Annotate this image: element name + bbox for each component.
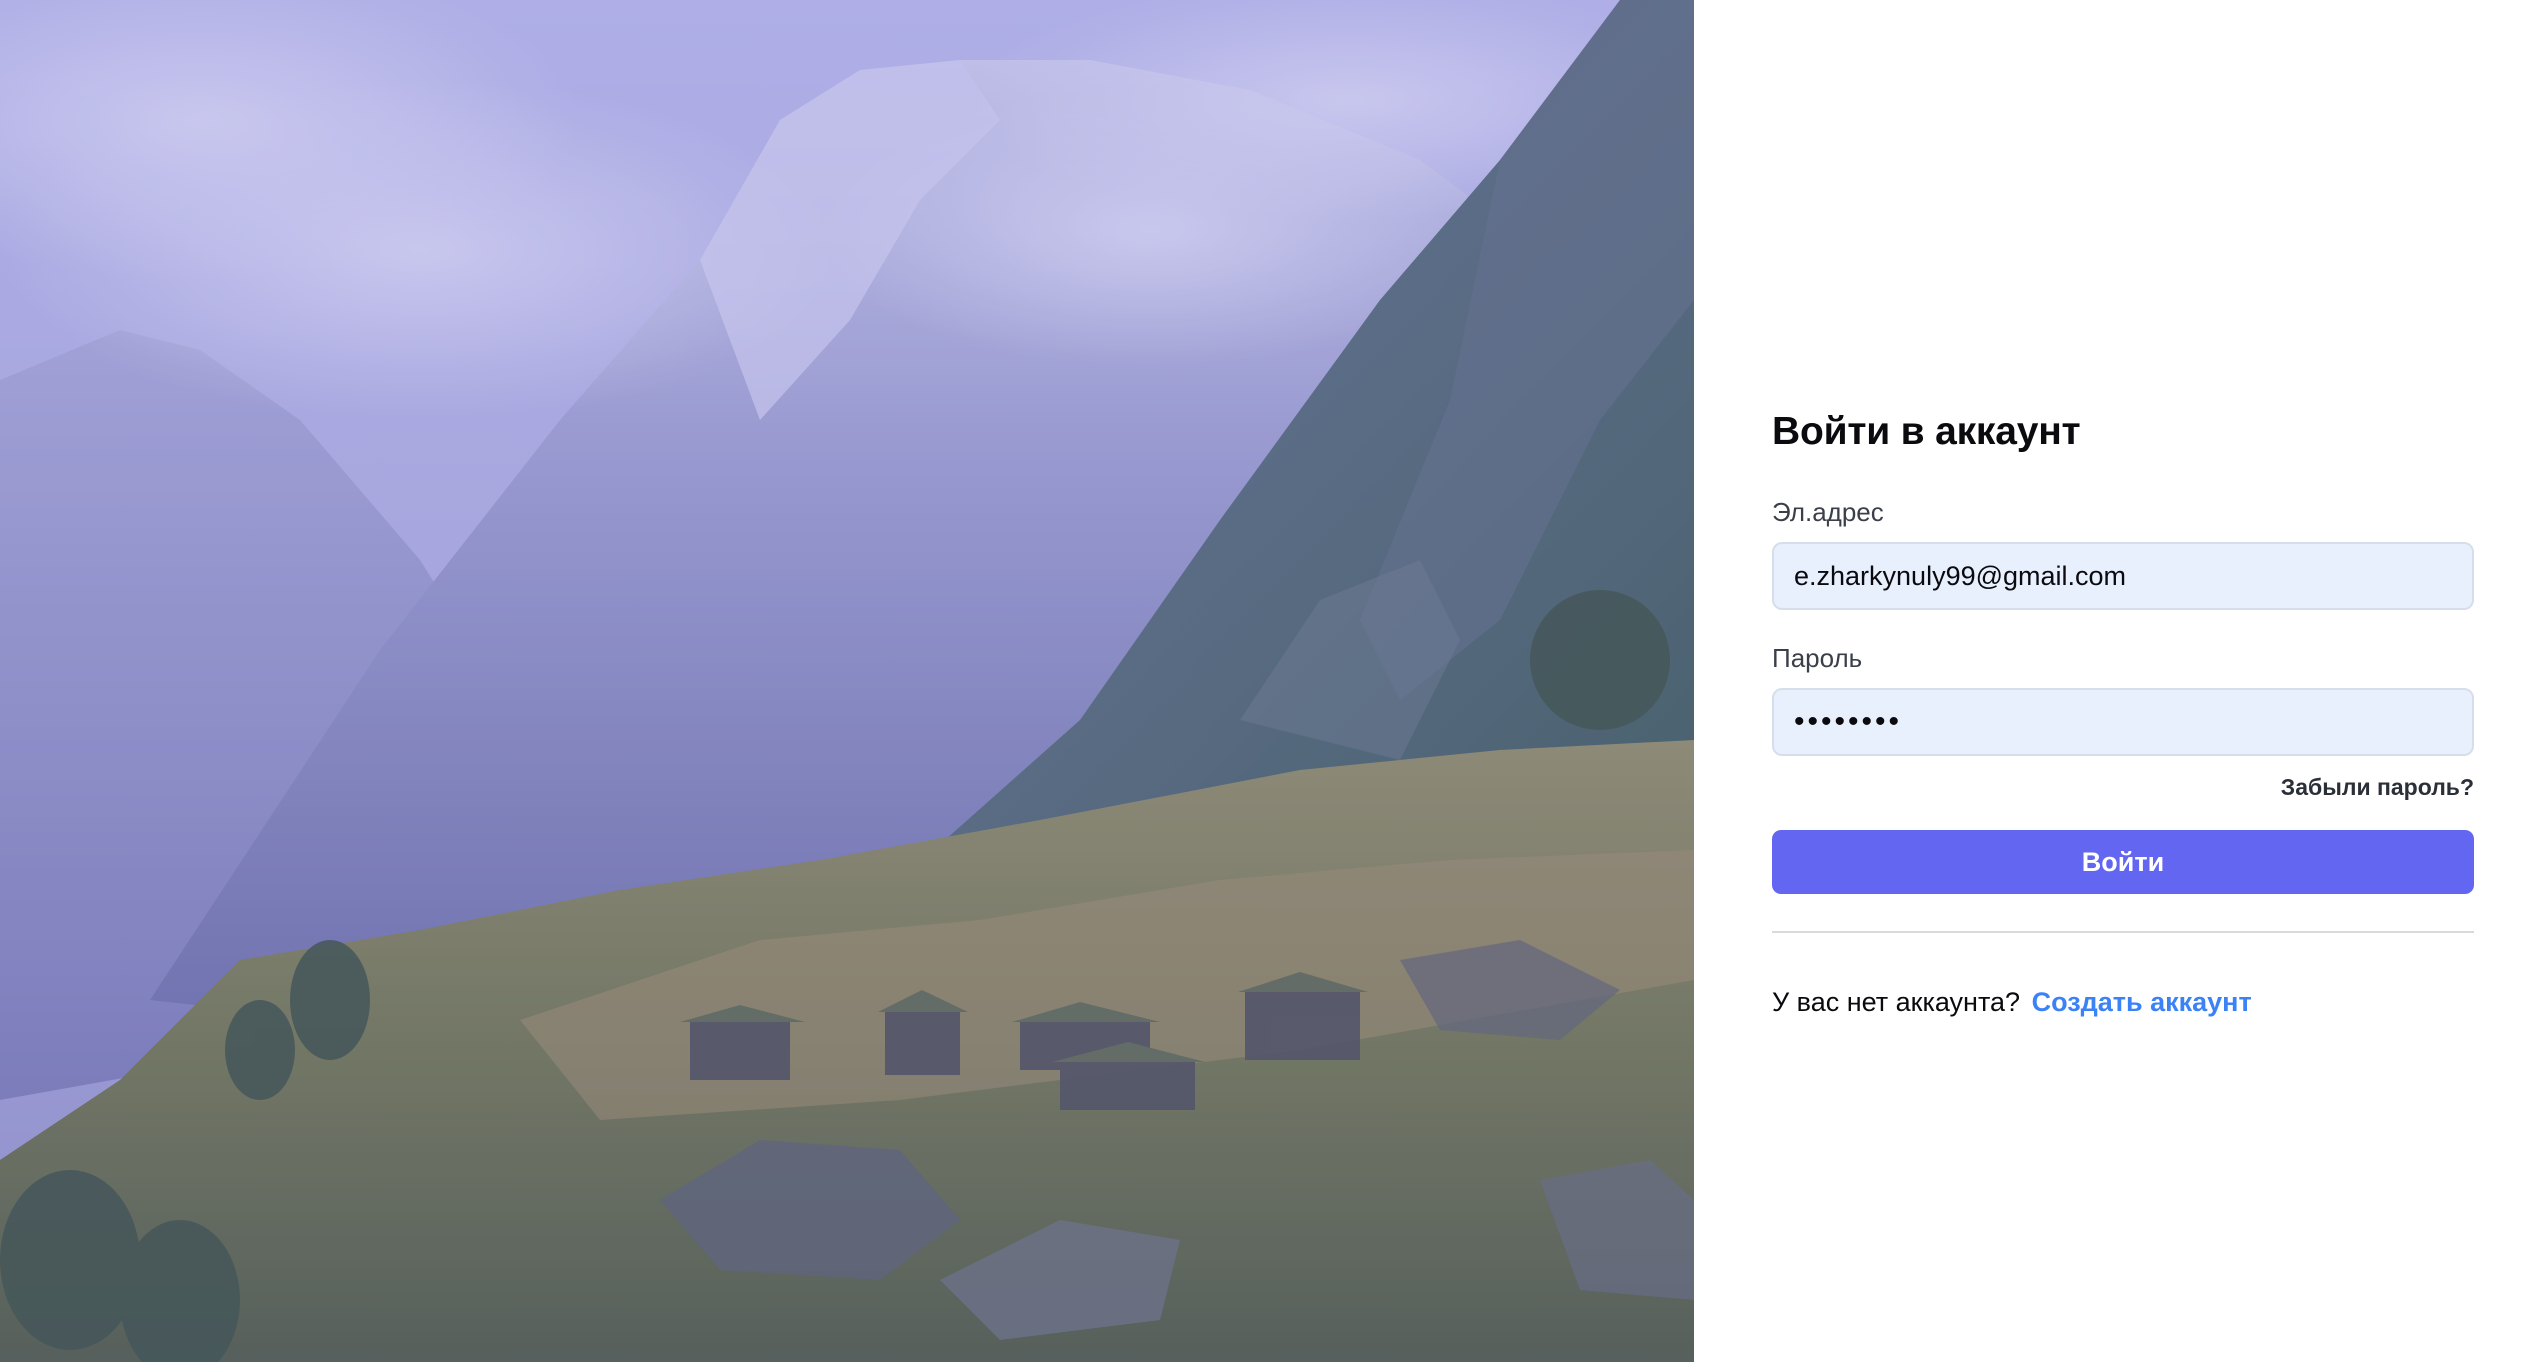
login-panel: Войти в аккаунт Эл.адрес Пароль Забыли п… [1694,0,2548,1362]
login-form: Войти в аккаунт Эл.адрес Пароль Забыли п… [1772,402,2474,1019]
signup-prompt: У вас нет аккаунта? Создать аккаунт [1772,985,2474,1019]
create-account-link[interactable]: Создать аккаунт [2032,987,2252,1017]
login-page: Войти в аккаунт Эл.адрес Пароль Забыли п… [0,0,2548,1362]
page-title: Войти в аккаунт [1772,410,2081,453]
forgot-password-row: Забыли пароль? [1772,774,2474,806]
login-button[interactable]: Войти [1772,830,2474,894]
divider [1772,931,2474,933]
hero-mountain-image [0,0,1694,1362]
password-field[interactable] [1772,688,2474,756]
mountain-landscape-illustration [0,0,1694,1362]
forgot-password-link[interactable]: Забыли пароль? [2281,774,2474,800]
email-field[interactable] [1772,542,2474,610]
no-account-text: У вас нет аккаунта? [1772,987,2021,1017]
email-label: Эл.адрес [1772,497,1884,527]
password-label: Пароль [1772,643,1863,673]
